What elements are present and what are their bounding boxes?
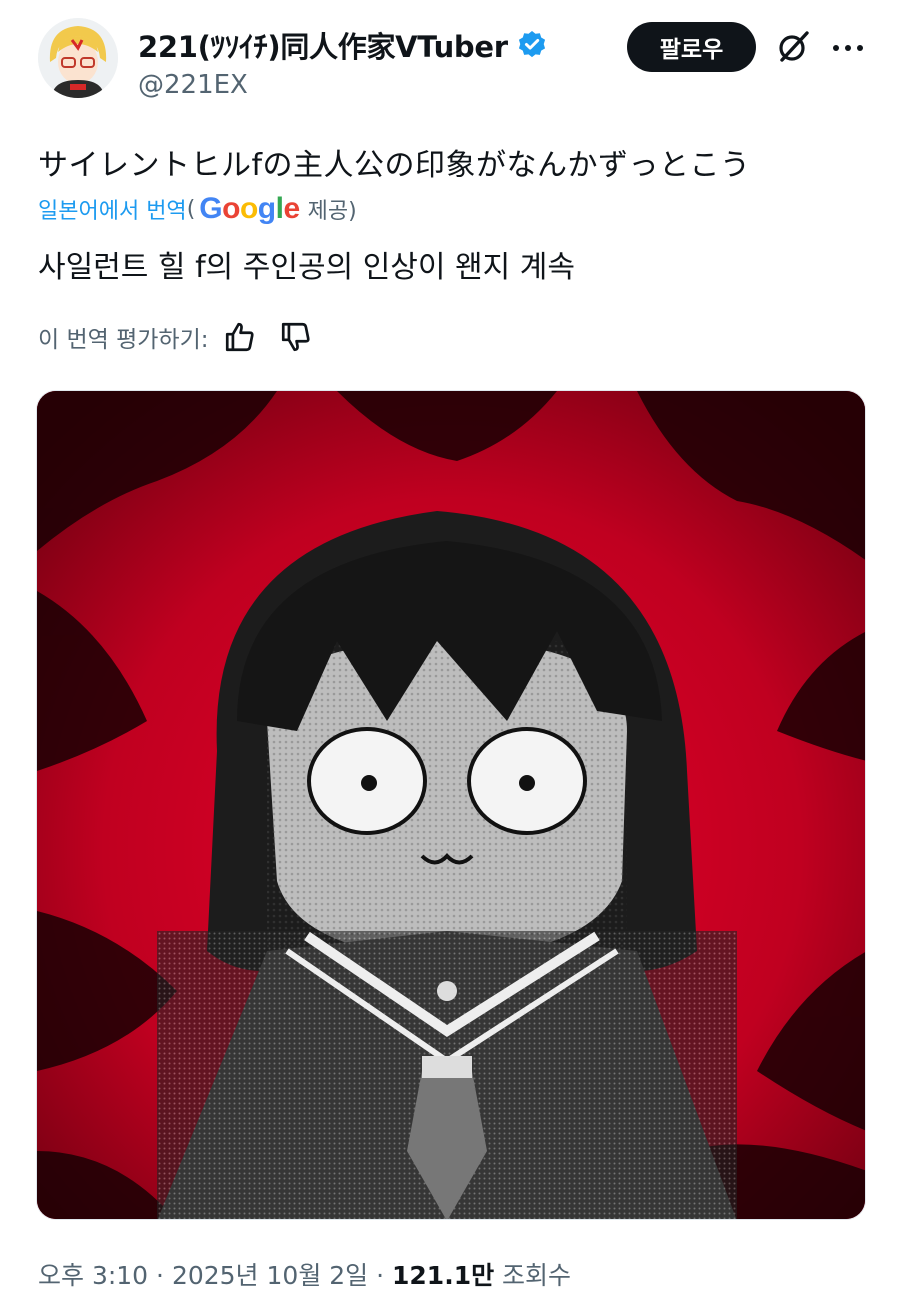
- avatar[interactable]: [38, 18, 118, 98]
- open-paren: (: [186, 196, 196, 222]
- post-translation-text: 사일런트 힐 f의 주인공의 인상이 왠지 계속: [38, 250, 575, 285]
- avatar-image: [38, 18, 118, 98]
- post-meta: 오후 3:10 · 2025년 10월 2일 · 121.1만 조회수: [38, 1256, 571, 1292]
- follow-button[interactable]: 팔로우: [627, 22, 756, 72]
- meta-separator: ·: [148, 1261, 172, 1290]
- display-name-text: 221(ﾂｿｲﾁ)同人作家VTuber: [138, 30, 508, 64]
- tweet-container: 221(ﾂｿｲﾁ)同人作家VTuber @221EX 팔로우 サイレントヒルfの…: [0, 0, 900, 1307]
- translated-from-link[interactable]: 일본어에서 번역: [38, 193, 187, 225]
- thumbs-up-icon[interactable]: [223, 320, 257, 354]
- rate-translation-row: 이 번역 평가하기:: [38, 320, 313, 354]
- author-display-name[interactable]: 221(ﾂｿｲﾁ)同人作家VTuber: [138, 24, 548, 66]
- provided-by-label: 제공): [307, 199, 357, 224]
- views-label: 조회수: [502, 1261, 572, 1290]
- rate-translation-label: 이 번역 평가하기:: [38, 327, 209, 353]
- post-date[interactable]: 2025년 10월 2일: [172, 1261, 368, 1290]
- verified-badge-icon: [516, 29, 548, 61]
- post-time[interactable]: 오후 3:10: [38, 1261, 148, 1290]
- more-dots-icon[interactable]: [830, 30, 866, 66]
- author-handle[interactable]: @221EX: [138, 70, 248, 100]
- views-count: 121.1만: [392, 1261, 495, 1290]
- google-logo: Google: [199, 192, 300, 225]
- grok-icon[interactable]: [774, 28, 812, 66]
- translation-source-row: 일본어에서 번역 ( Google 제공): [38, 192, 357, 226]
- meta-separator-2: ·: [368, 1261, 393, 1290]
- thumbs-down-icon[interactable]: [279, 320, 313, 354]
- post-original-text: サイレントヒルfの主人公の印象がなんかずっとこう: [38, 148, 751, 183]
- post-media-image[interactable]: [36, 390, 866, 1220]
